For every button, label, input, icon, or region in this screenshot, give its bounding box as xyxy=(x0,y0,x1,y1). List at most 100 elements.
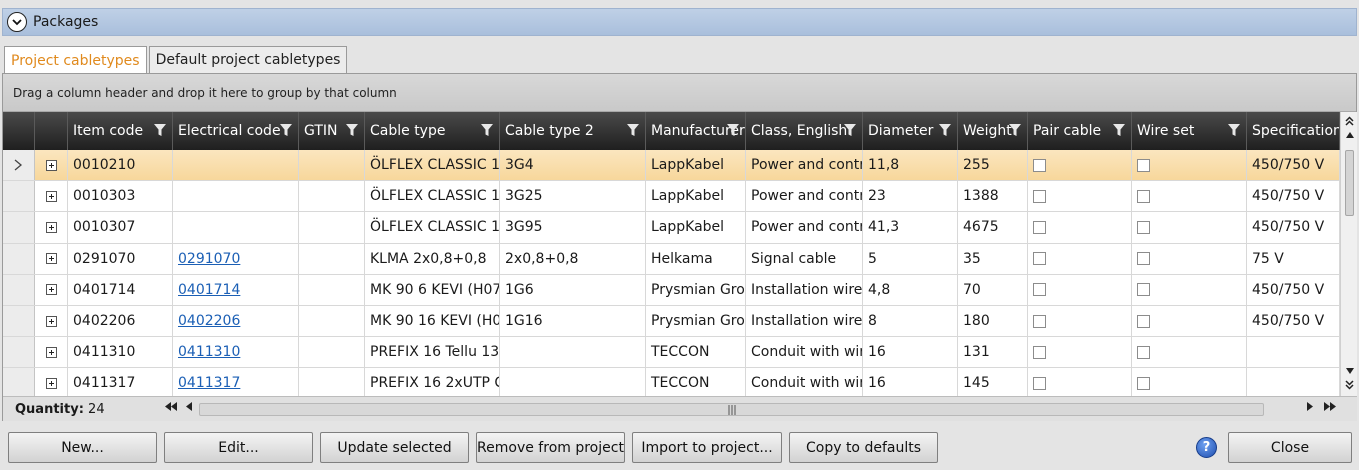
column-header-manufacturer[interactable]: Manufacturer xyxy=(646,112,746,150)
cell-item-code[interactable]: 0411317 xyxy=(68,368,173,396)
cell-gtin[interactable] xyxy=(299,274,365,305)
cell-pair-cable[interactable] xyxy=(1028,274,1132,305)
column-header-class-english[interactable]: Class, English xyxy=(746,112,863,150)
filter-funnel-icon[interactable] xyxy=(1113,124,1125,137)
cell-cable-type-2[interactable]: 1G6 xyxy=(500,274,646,305)
table-row[interactable]: 0411317 0411317 PREFIX 16 2xUTP Cat6 TECCON… xyxy=(3,368,1340,396)
cell-manufacturer[interactable]: Prysmian Group xyxy=(646,274,746,305)
cell-gtin[interactable] xyxy=(299,305,365,337)
cell-class-english[interactable]: Conduit with wires xyxy=(746,368,863,396)
filter-funnel-icon[interactable] xyxy=(154,124,166,137)
table-row[interactable]: 0010307 ÖLFLEX CLASSIC 110 3G95 LappKabel Po… xyxy=(3,212,1340,244)
cell-diameter[interactable]: 41,3 xyxy=(863,212,958,243)
cell-wire-set[interactable] xyxy=(1132,150,1247,181)
cell-weight[interactable]: 1388 xyxy=(958,181,1028,212)
cell-wire-set[interactable] xyxy=(1132,243,1247,274)
scroll-bottom-icon[interactable] xyxy=(1341,378,1358,392)
checkbox[interactable] xyxy=(1033,158,1046,172)
cell-specification[interactable] xyxy=(1247,337,1340,368)
cell-class-english[interactable]: Conduit with wires xyxy=(746,337,863,368)
cell-gtin[interactable] xyxy=(299,243,365,274)
checkbox[interactable] xyxy=(1137,189,1150,203)
expand-plus-icon[interactable] xyxy=(45,346,57,358)
cell-pair-cable[interactable] xyxy=(1028,150,1132,181)
cell-weight[interactable]: 255 xyxy=(958,150,1028,181)
expand-plus-icon[interactable] xyxy=(45,190,57,202)
table-row[interactable]: 0411310 0411310 PREFIX 16 Tellu 13 TECCON Co… xyxy=(3,337,1340,369)
expand-plus-icon[interactable] xyxy=(45,315,57,327)
filter-funnel-icon[interactable] xyxy=(1228,124,1240,137)
checkbox[interactable] xyxy=(1033,345,1046,359)
cell-diameter[interactable]: 11,8 xyxy=(863,150,958,181)
column-header-specification[interactable]: Specification xyxy=(1247,112,1340,150)
checkbox[interactable] xyxy=(1137,220,1150,234)
cell-class-english[interactable]: Signal cable xyxy=(746,243,863,274)
close-button[interactable]: Close xyxy=(1228,432,1352,463)
cell-diameter[interactable]: 5 xyxy=(863,243,958,274)
cell-gtin[interactable] xyxy=(299,337,365,368)
cell-pair-cable[interactable] xyxy=(1028,337,1132,368)
cell-class-english[interactable]: Power and control xyxy=(746,181,863,212)
cell-manufacturer[interactable]: Helkama xyxy=(646,243,746,274)
chevron-down-icon[interactable] xyxy=(7,12,27,32)
table-row[interactable]: 0010303 ÖLFLEX CLASSIC 110 3G25 LappKabel Po… xyxy=(3,181,1340,213)
cell-cable-type-2[interactable]: 3G25 xyxy=(500,181,646,212)
cell-wire-set[interactable] xyxy=(1132,305,1247,337)
cell-cable-type-2[interactable]: 2x0,8+0,8 xyxy=(500,243,646,274)
filter-funnel-icon[interactable] xyxy=(481,124,493,137)
table-row[interactable]: 0291070 0291070 KLMA 2x0,8+0,8 2x0,8+0,8 Hel… xyxy=(3,243,1340,275)
cell-manufacturer[interactable]: TECCON xyxy=(646,337,746,368)
expand-plus-icon[interactable] xyxy=(45,377,57,389)
cell-cable-type[interactable]: PREFIX 16 2xUTP Cat6 xyxy=(365,368,500,396)
expand-plus-icon[interactable] xyxy=(45,159,57,171)
cell-pair-cable[interactable] xyxy=(1028,368,1132,396)
cell-electrical-code[interactable]: 0411317 xyxy=(173,368,299,396)
cell-pair-cable[interactable] xyxy=(1028,305,1132,337)
cell-wire-set[interactable] xyxy=(1132,337,1247,368)
scroll-first-icon[interactable] xyxy=(165,402,177,414)
cell-weight[interactable]: 145 xyxy=(958,368,1028,396)
scroll-last-icon[interactable] xyxy=(1324,402,1336,414)
cell-cable-type-2[interactable]: 3G95 xyxy=(500,212,646,243)
filter-funnel-icon[interactable] xyxy=(627,124,639,137)
cell-cable-type[interactable]: ÖLFLEX CLASSIC 110 xyxy=(365,212,500,243)
column-header-weight[interactable]: Weight xyxy=(958,112,1028,150)
cell-manufacturer[interactable]: LappKabel xyxy=(646,150,746,181)
column-header-electrical-code[interactable]: Electrical code xyxy=(173,112,299,150)
new-button[interactable]: New... xyxy=(8,432,157,463)
column-header-wire-set[interactable]: Wire set xyxy=(1132,112,1247,150)
cell-wire-set[interactable] xyxy=(1132,181,1247,212)
cell-item-code[interactable]: 0402206 xyxy=(68,305,173,337)
cell-weight[interactable]: 4675 xyxy=(958,212,1028,243)
table-row[interactable]: 0402206 0402206 MK 90 16 KEVI (H07V-K) 1G16… xyxy=(3,305,1340,338)
help-icon[interactable]: ? xyxy=(1196,437,1217,458)
checkbox[interactable] xyxy=(1033,252,1046,266)
cell-specification[interactable]: 450/750 V xyxy=(1247,274,1340,305)
row-indicator[interactable] xyxy=(3,212,35,243)
cell-item-code[interactable]: 0010307 xyxy=(68,212,173,243)
cell-weight[interactable]: 70 xyxy=(958,274,1028,305)
column-header-gtin[interactable]: GTIN xyxy=(299,112,365,150)
cell-wire-set[interactable] xyxy=(1132,274,1247,305)
cell-item-code[interactable]: 0010210 xyxy=(68,150,173,181)
column-header-cable-type[interactable]: Cable type xyxy=(365,112,500,150)
cell-wire-set[interactable] xyxy=(1132,212,1247,243)
row-indicator[interactable] xyxy=(3,243,35,274)
column-header-cable-type-2[interactable]: Cable type 2 xyxy=(500,112,646,150)
cell-electrical-code[interactable] xyxy=(173,212,299,243)
row-indicator[interactable] xyxy=(3,150,35,181)
cell-diameter[interactable]: 4,8 xyxy=(863,274,958,305)
filter-funnel-icon[interactable] xyxy=(939,124,951,137)
checkbox[interactable] xyxy=(1137,376,1150,390)
cell-specification[interactable]: 75 V xyxy=(1247,243,1340,274)
scroll-up-icon[interactable] xyxy=(1341,128,1358,142)
cell-specification[interactable]: 450/750 V xyxy=(1247,212,1340,243)
electrical-code-link[interactable]: 0411317 xyxy=(178,375,240,391)
cell-item-code[interactable]: 0411310 xyxy=(68,337,173,368)
cell-weight[interactable]: 35 xyxy=(958,243,1028,274)
cell-pair-cable[interactable] xyxy=(1028,243,1132,274)
cell-cable-type[interactable]: MK 90 6 KEVI (H07V-K) xyxy=(365,274,500,305)
scroll-left-icon[interactable] xyxy=(186,402,192,414)
column-header-item-code[interactable]: Item code xyxy=(68,112,173,150)
cell-gtin[interactable] xyxy=(299,212,365,243)
